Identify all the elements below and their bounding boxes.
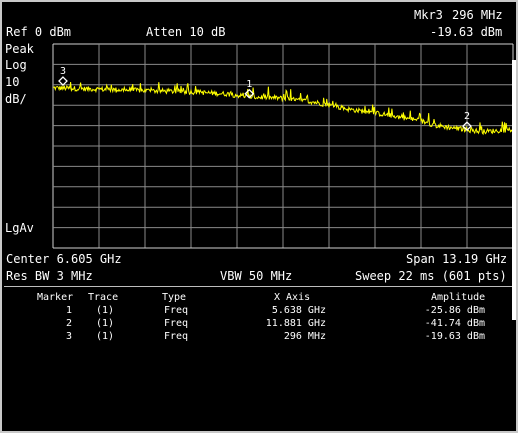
row-marker: 1 [66, 305, 73, 316]
resolution-bandwidth: Res BW 3 MHz [6, 269, 93, 283]
row-type: Freq [164, 318, 189, 329]
marker-3-label: 3 [60, 66, 66, 77]
row-type: Freq [164, 305, 189, 316]
row-trace: (1) [96, 305, 115, 316]
marker-2-label: 2 [464, 111, 470, 122]
table-divider [4, 286, 512, 287]
scroll-indicator[interactable] [512, 60, 516, 320]
row-trace: (1) [96, 331, 115, 342]
row-marker: 2 [66, 318, 73, 329]
row-amplitude: -19.63 dBm [424, 331, 485, 342]
video-bandwidth: VBW 50 MHz [220, 269, 293, 283]
col-header-amplitude: Amplitude [431, 292, 486, 303]
row-x-axis: 11.881 GHz [265, 318, 326, 329]
col-header-x-axis: X Axis [274, 292, 311, 303]
row-trace: (1) [96, 318, 115, 329]
col-header-type: Type [162, 292, 187, 303]
row-type: Freq [164, 331, 189, 342]
sweep-time: Sweep 22 ms (601 pts) [355, 269, 507, 283]
row-amplitude: -25.86 dBm [424, 305, 485, 316]
row-amplitude: -41.74 dBm [424, 318, 485, 329]
row-x-axis: 296 MHz [283, 331, 326, 342]
row-marker: 3 [66, 331, 73, 342]
span: Span 13.19 GHz [406, 252, 508, 266]
center-frequency: Center 6.605 GHz [6, 252, 122, 266]
col-header-marker: Marker [37, 292, 74, 303]
col-header-trace: Trace [88, 292, 119, 303]
spectrum-plot[interactable]: 1 2 3 [0, 0, 518, 433]
marker-1-label: 1 [246, 79, 252, 90]
row-x-axis: 5.638 GHz [271, 305, 326, 316]
marker-3-diamond [58, 76, 68, 86]
